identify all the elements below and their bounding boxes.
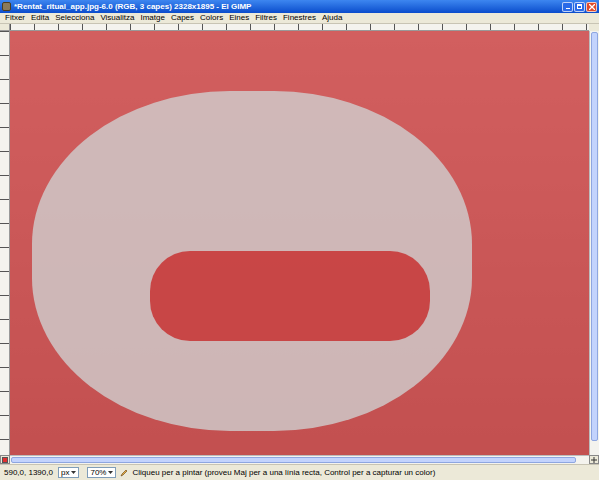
pointer-coords: 590,0, 1390,0: [4, 467, 54, 479]
unit-dropdown[interactable]: px: [58, 467, 79, 478]
minimize-button[interactable]: [562, 2, 573, 12]
dropdown-arrow-icon: [71, 471, 76, 474]
menu-item[interactable]: Ajuda: [322, 13, 342, 23]
masked-arm: [150, 251, 430, 341]
unit-label: px: [61, 469, 69, 477]
ruler-corner[interactable]: [0, 24, 10, 31]
menu-item[interactable]: Capes: [171, 13, 194, 23]
menu-item[interactable]: Imatge: [140, 13, 164, 23]
menu-bar: Fitxer Edita Selecciona Visualitza Imatge Cap…: [0, 13, 599, 24]
pencil-icon: [120, 469, 128, 477]
horizontal-scrollbar[interactable]: [10, 455, 589, 464]
navigate-button[interactable]: [589, 455, 599, 464]
menu-item[interactable]: Edita: [31, 13, 49, 23]
minimize-icon: [566, 8, 570, 9]
canvas-area: [0, 24, 599, 464]
horizontal-scroll-thumb[interactable]: [11, 457, 576, 463]
zoom-dropdown[interactable]: 70%: [87, 467, 116, 478]
dropdown-arrow-icon: [108, 471, 113, 474]
status-bar: 590,0, 1390,0 px 70% Cliqueu per a pinta…: [0, 464, 599, 480]
menu-item[interactable]: Fitxer: [5, 13, 25, 23]
zoom-label: 70%: [90, 469, 106, 477]
navigate-icon: [591, 457, 597, 463]
menu-item[interactable]: Finestres: [283, 13, 316, 23]
status-message: Cliqueu per a pintar (proveu Maj per a u…: [132, 467, 595, 479]
vertical-scrollbar[interactable]: [589, 31, 599, 455]
image-canvas[interactable]: [10, 31, 589, 455]
vertical-scroll-thumb[interactable]: [591, 32, 598, 441]
menu-item[interactable]: Filtres: [255, 13, 277, 23]
maximize-button[interactable]: [574, 2, 585, 12]
menu-item[interactable]: Visualitza: [100, 13, 134, 23]
close-button[interactable]: [586, 2, 597, 12]
menu-item[interactable]: Colors: [200, 13, 223, 23]
window-title: *Rentat_ritual_app.jpg-6.0 (RGB, 3 capes…: [14, 1, 559, 13]
quick-mask-button[interactable]: [0, 455, 10, 464]
title-bar: *Rentat_ritual_app.jpg-6.0 (RGB, 3 capes…: [0, 0, 599, 13]
maximize-icon: [577, 4, 582, 9]
menu-item[interactable]: Eines: [229, 13, 249, 23]
gimp-icon: [2, 2, 11, 11]
close-icon: [589, 4, 595, 10]
vertical-ruler[interactable]: [0, 31, 10, 455]
menu-item[interactable]: Selecciona: [55, 13, 94, 23]
quick-mask-icon: [2, 457, 8, 463]
horizontal-ruler[interactable]: [10, 24, 589, 31]
